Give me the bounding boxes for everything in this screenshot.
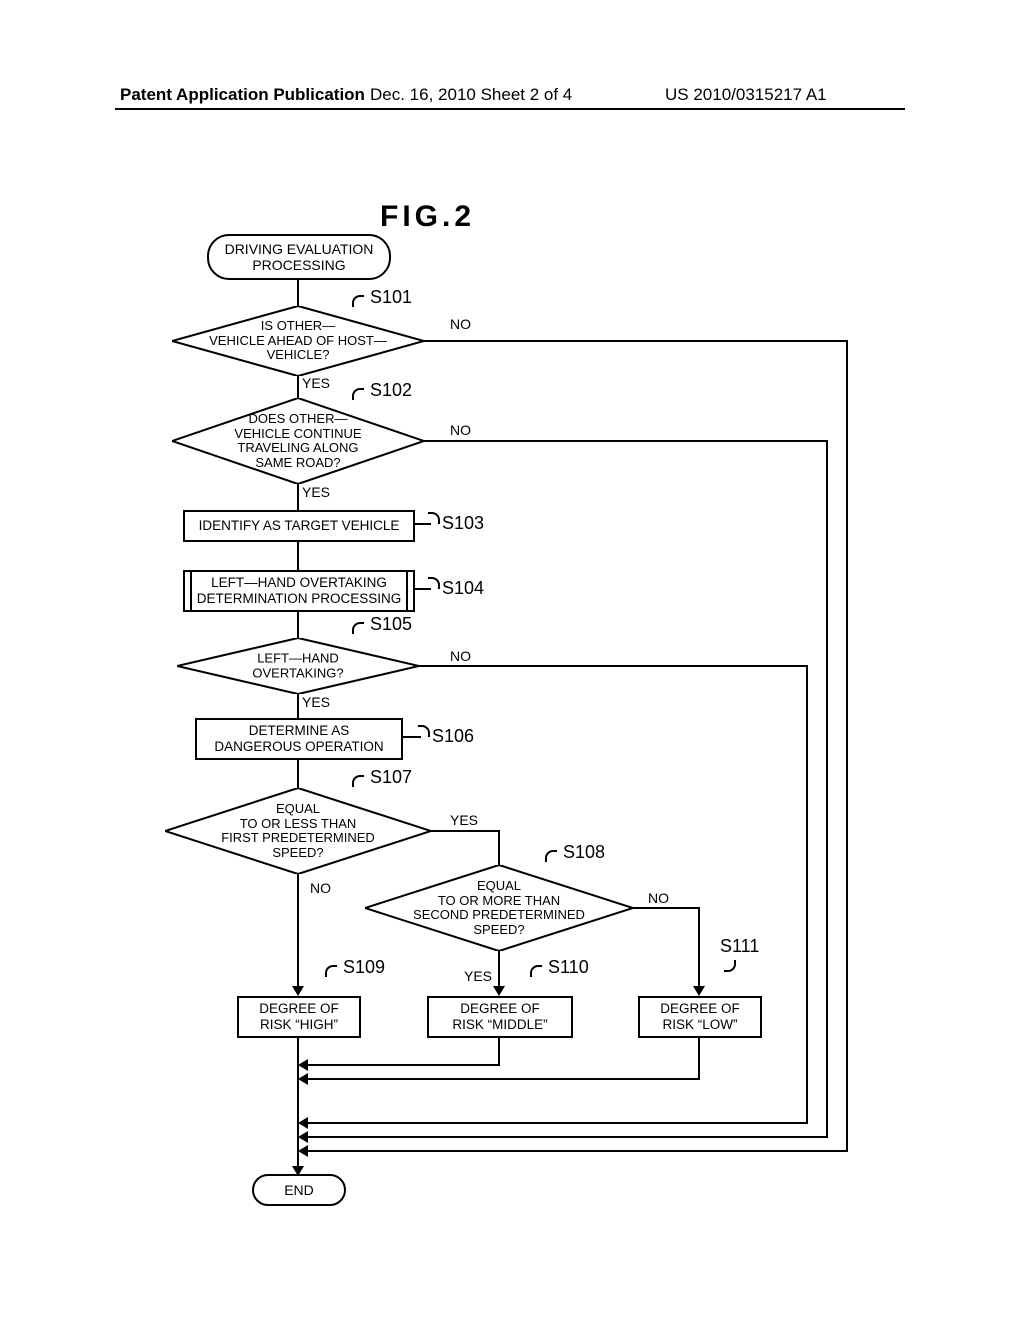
label-s101: S101 bbox=[370, 287, 412, 308]
label-s109: S109 bbox=[343, 957, 385, 978]
label-s108: S108 bbox=[563, 842, 605, 863]
header-publication: Patent Application Publication bbox=[120, 85, 365, 105]
connector bbox=[297, 874, 299, 992]
connector bbox=[297, 484, 299, 510]
connector bbox=[307, 1078, 700, 1080]
node-s107: EQUAL TO OR LESS THAN FIRST PREDETERMINE… bbox=[165, 788, 431, 874]
connector bbox=[307, 1150, 848, 1152]
node-s106-text: DETERMINE AS DANGEROUS OPERATION bbox=[214, 723, 383, 754]
label-s104: S104 bbox=[442, 578, 484, 599]
label-s103: S103 bbox=[442, 513, 484, 534]
node-s110-text: DEGREE OF RISK “MIDDLE” bbox=[452, 1001, 547, 1032]
header-rule bbox=[115, 108, 905, 110]
arrow-left-icon bbox=[298, 1073, 308, 1085]
branch-yes: YES bbox=[302, 694, 330, 710]
node-s102-text: DOES OTHER— VEHICLE CONTINUE TRAVELING A… bbox=[172, 412, 424, 470]
node-start-text: DRIVING EVALUATION PROCESSING bbox=[225, 241, 374, 273]
arrow-left-icon bbox=[298, 1145, 308, 1157]
branch-no: NO bbox=[310, 880, 331, 896]
connector bbox=[297, 376, 299, 398]
node-end-text: END bbox=[284, 1182, 314, 1198]
label-s111: S111 bbox=[720, 936, 759, 957]
branch-yes: YES bbox=[464, 968, 492, 984]
node-s108: EQUAL TO OR MORE THAN SECOND PREDETERMIN… bbox=[365, 865, 633, 951]
connector bbox=[846, 340, 848, 1150]
node-s108-text: EQUAL TO OR MORE THAN SECOND PREDETERMIN… bbox=[365, 879, 633, 937]
node-s109: DEGREE OF RISK “HIGH” bbox=[237, 996, 361, 1038]
branch-yes: YES bbox=[450, 812, 478, 828]
node-end: END bbox=[252, 1174, 346, 1206]
node-s102: DOES OTHER— VEHICLE CONTINUE TRAVELING A… bbox=[172, 398, 424, 484]
branch-no: NO bbox=[648, 890, 669, 906]
connector bbox=[307, 1064, 500, 1066]
arrow-left-icon bbox=[298, 1131, 308, 1143]
connector bbox=[806, 665, 808, 1122]
header-pub-number: US 2010/0315217 A1 bbox=[665, 85, 827, 105]
connector bbox=[498, 1036, 500, 1066]
connector bbox=[297, 758, 299, 788]
leader-curve bbox=[325, 965, 337, 977]
leader-curve bbox=[545, 850, 557, 862]
figure-title: FIG.2 bbox=[380, 200, 475, 234]
leader-curve bbox=[428, 577, 440, 589]
node-s104: LEFT—HAND OVERTAKING DETERMINATION PROCE… bbox=[183, 570, 415, 612]
label-s105: S105 bbox=[370, 614, 412, 635]
node-s111: DEGREE OF RISK “LOW” bbox=[638, 996, 762, 1038]
connector bbox=[431, 830, 500, 832]
node-s105: LEFT—HAND OVERTAKING? bbox=[177, 638, 419, 694]
connector bbox=[424, 340, 848, 342]
node-s106: DETERMINE AS DANGEROUS OPERATION bbox=[195, 718, 403, 760]
connector bbox=[297, 278, 299, 306]
leader-curve bbox=[352, 775, 364, 787]
connector bbox=[307, 1136, 828, 1138]
connector bbox=[498, 830, 500, 865]
node-s111-text: DEGREE OF RISK “LOW” bbox=[660, 1001, 740, 1032]
connector bbox=[698, 1036, 700, 1080]
connector bbox=[297, 610, 299, 638]
branch-yes: YES bbox=[302, 375, 330, 391]
connector bbox=[826, 440, 828, 1136]
leader-curve bbox=[724, 960, 736, 972]
label-s106: S106 bbox=[432, 726, 474, 747]
node-s101: IS OTHER— VEHICLE AHEAD OF HOST— VEHICLE… bbox=[172, 306, 424, 376]
branch-no: NO bbox=[450, 648, 471, 664]
node-s103: IDENTIFY AS TARGET VEHICLE bbox=[183, 510, 415, 542]
arrow-left-icon bbox=[298, 1117, 308, 1129]
branch-no: NO bbox=[450, 422, 471, 438]
node-s109-text: DEGREE OF RISK “HIGH” bbox=[259, 1001, 339, 1032]
arrow-down-icon bbox=[493, 986, 505, 996]
leader-curve bbox=[352, 295, 364, 307]
connector bbox=[297, 540, 299, 570]
leader-curve bbox=[530, 965, 542, 977]
leader-curve bbox=[428, 512, 440, 524]
leader-curve bbox=[352, 388, 364, 400]
leader-curve bbox=[352, 622, 364, 634]
arrow-down-icon bbox=[292, 986, 304, 996]
connector bbox=[698, 907, 700, 992]
connector bbox=[419, 665, 808, 667]
node-start: DRIVING EVALUATION PROCESSING bbox=[207, 234, 391, 280]
node-s105-text: LEFT—HAND OVERTAKING? bbox=[177, 651, 419, 680]
connector bbox=[297, 694, 299, 718]
node-s110: DEGREE OF RISK “MIDDLE” bbox=[427, 996, 573, 1038]
node-s101-text: IS OTHER— VEHICLE AHEAD OF HOST— VEHICLE… bbox=[172, 319, 424, 363]
header-date-sheet: Dec. 16, 2010 Sheet 2 of 4 bbox=[370, 85, 572, 105]
branch-yes: YES bbox=[302, 484, 330, 500]
label-s110: S110 bbox=[548, 957, 589, 978]
arrow-left-icon bbox=[298, 1059, 308, 1071]
node-s107-text: EQUAL TO OR LESS THAN FIRST PREDETERMINE… bbox=[165, 802, 431, 860]
arrow-down-icon bbox=[693, 986, 705, 996]
connector bbox=[633, 907, 700, 909]
leader-curve bbox=[418, 725, 430, 737]
node-s104-text: LEFT—HAND OVERTAKING DETERMINATION PROCE… bbox=[197, 575, 402, 606]
branch-no: NO bbox=[450, 316, 471, 332]
connector bbox=[424, 440, 828, 442]
connector bbox=[307, 1122, 808, 1124]
node-s103-text: IDENTIFY AS TARGET VEHICLE bbox=[199, 518, 400, 534]
label-s102: S102 bbox=[370, 380, 412, 401]
label-s107: S107 bbox=[370, 767, 412, 788]
